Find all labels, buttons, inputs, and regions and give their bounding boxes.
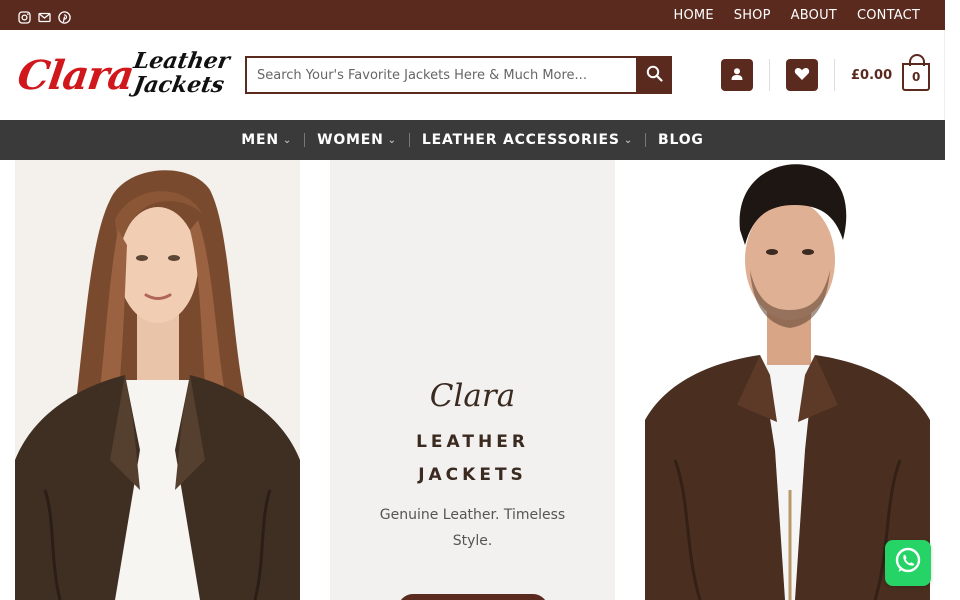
hero-cta-button[interactable] xyxy=(398,594,548,600)
top-nav: HOME SHOP ABOUT CONTACT xyxy=(674,8,928,23)
account-button[interactable] xyxy=(721,59,753,91)
hero-title-line2: JACKETS xyxy=(418,465,527,485)
mail-icon[interactable] xyxy=(38,9,51,22)
hero-tagline: Genuine Leather. Timeless Style. xyxy=(379,507,566,549)
chevron-down-icon: ⌄ xyxy=(282,134,293,146)
user-icon xyxy=(730,66,744,85)
search-button[interactable] xyxy=(636,56,672,94)
nav-item-leather-accessories[interactable]: LEATHER ACCESSORIES ⌄ xyxy=(416,132,639,148)
search-icon xyxy=(646,65,663,86)
nav-item-women[interactable]: WOMEN ⌄ xyxy=(311,132,403,148)
nav-label: BLOG xyxy=(658,132,704,148)
site-logo[interactable]: Clara Leather Jackets xyxy=(14,46,232,106)
divider xyxy=(834,59,835,91)
whatsapp-icon xyxy=(892,545,924,581)
woman-model-illustration xyxy=(15,160,300,600)
hero-brand-panel: Clara LEATHER JACKETS Genuine Leather. T… xyxy=(330,160,615,600)
chevron-down-icon: ⌄ xyxy=(387,134,397,146)
chevron-down-icon: ⌄ xyxy=(623,134,633,146)
man-model-illustration xyxy=(645,160,930,600)
nav-separator xyxy=(304,133,306,147)
logo-word-leather: Leather xyxy=(131,48,232,74)
hero-brand-title: Clara xyxy=(429,378,516,414)
top-nav-contact[interactable]: CONTACT xyxy=(857,8,920,23)
nav-label: MEN xyxy=(241,132,279,148)
divider xyxy=(769,59,770,91)
search-input[interactable] xyxy=(245,56,636,94)
top-nav-home[interactable]: HOME xyxy=(674,8,714,23)
top-bar: HOME SHOP ABOUT CONTACT xyxy=(0,0,945,30)
logo-word-jackets: Jackets xyxy=(131,72,227,98)
logo-script-text: Clara xyxy=(14,52,137,99)
cart-count: 0 xyxy=(911,70,921,84)
nav-item-men[interactable]: MEN ⌄ xyxy=(235,132,298,148)
cart-total: £0.00 xyxy=(851,67,893,83)
whatsapp-chat-button[interactable] xyxy=(885,540,931,586)
header-actions: £0.00 0 xyxy=(721,54,931,91)
main-nav: MEN ⌄ WOMEN ⌄ LEATHER ACCESSORIES ⌄ BLOG xyxy=(0,120,945,160)
nav-separator xyxy=(408,133,410,147)
hero-image-men[interactable] xyxy=(645,160,930,600)
search-form xyxy=(245,56,672,94)
instagram-icon[interactable] xyxy=(18,9,31,24)
cart-bag-icon: 0 xyxy=(902,54,931,91)
wishlist-button[interactable] xyxy=(786,59,818,91)
nav-separator xyxy=(645,133,646,147)
pinterest-icon[interactable] xyxy=(58,9,71,24)
site-header: Clara Leather Jackets Search Your's Favo… xyxy=(0,30,945,120)
cart-link[interactable]: £0.00 0 xyxy=(851,54,931,91)
social-links xyxy=(18,9,71,24)
top-nav-shop[interactable]: SHOP xyxy=(734,8,771,23)
hero-image-women[interactable] xyxy=(15,160,300,600)
nav-label: WOMEN xyxy=(317,132,384,148)
heart-icon xyxy=(794,66,810,85)
nav-label: LEATHER ACCESSORIES xyxy=(421,132,620,148)
hero-title-line1: LEATHER xyxy=(416,432,529,452)
nav-item-blog[interactable]: BLOG xyxy=(652,132,710,148)
top-nav-about[interactable]: ABOUT xyxy=(791,8,837,23)
page: HOME SHOP ABOUT CONTACT Clara Leather Ja… xyxy=(0,0,960,600)
